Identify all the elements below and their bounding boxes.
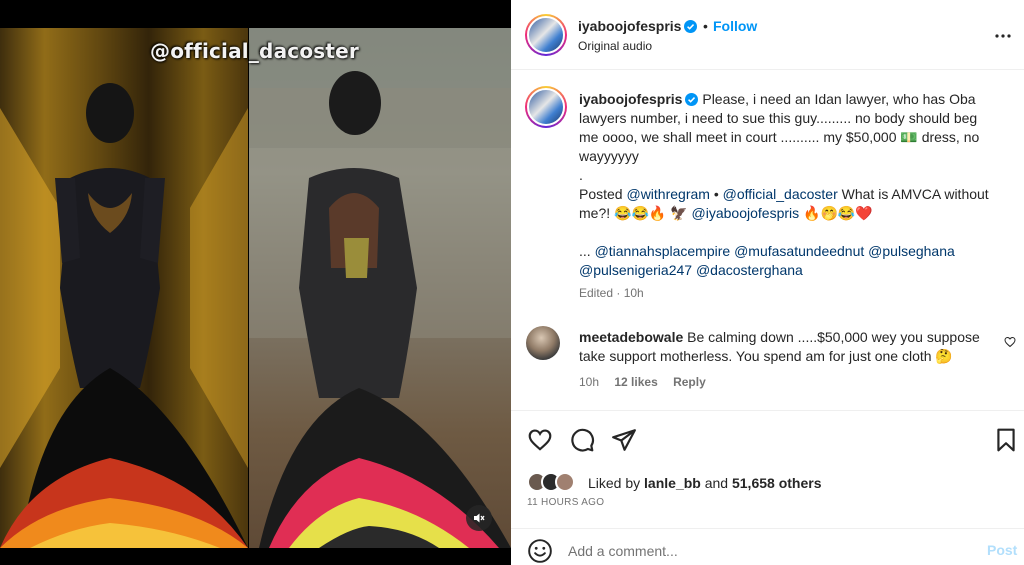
media-watermark: @official_dacoster — [150, 39, 359, 63]
liker-avatar — [555, 472, 575, 492]
paper-plane-icon — [612, 429, 636, 451]
tags-prefix: ... — [579, 243, 591, 259]
smiley-icon — [528, 539, 552, 563]
like-button[interactable] — [527, 427, 553, 453]
mention-withregram[interactable]: @withregram — [626, 186, 709, 202]
mention-official-dacoster[interactable]: @official_dacoster — [723, 186, 838, 202]
comment-likes[interactable]: 12 likes — [614, 375, 657, 389]
post-header: iyaboojofespris • Follow Original audio — [511, 0, 1024, 70]
caption-author-avatar[interactable] — [525, 86, 567, 128]
post-caption: iyaboojofespris Please, i need an Idan l… — [579, 90, 999, 280]
comment-meta: 10h 12 likes Reply — [579, 375, 718, 389]
comment-reply-button[interactable]: Reply — [673, 375, 706, 389]
more-horizontal-icon — [995, 34, 1011, 38]
dress-photo-left — [0, 28, 248, 548]
post-time-ago[interactable]: 11 HOURS AGO — [527, 497, 604, 508]
post-comment-button[interactable]: Post — [987, 542, 1017, 558]
post-media[interactable]: @official_dacoster — [0, 0, 511, 565]
liked-user[interactable]: lanle_bb — [644, 475, 701, 491]
add-comment-bar: Post — [511, 528, 1024, 565]
mention-pulseghana[interactable]: @pulseghana — [868, 243, 955, 259]
verified-badge-icon — [684, 20, 698, 33]
caption-dot: . — [579, 167, 583, 183]
liker-avatars[interactable] — [527, 472, 585, 494]
comment-bubble-icon — [571, 428, 595, 452]
comment-input[interactable] — [568, 539, 948, 563]
liked-prefix: Liked by — [588, 475, 641, 491]
comment-button[interactable] — [569, 427, 595, 453]
posted-separator: • — [713, 186, 719, 202]
caption-username[interactable]: iyaboojofespris — [579, 91, 682, 107]
posted-emojis: 🔥🤭😂❤️ — [803, 205, 873, 221]
mention-iyaboojofespris[interactable]: @iyaboojofespris — [692, 205, 800, 221]
dress-photo-right — [249, 28, 511, 548]
heart-outline-icon — [528, 429, 552, 451]
author-username-text[interactable]: iyaboojofespris — [578, 18, 681, 34]
bookmark-icon — [997, 428, 1015, 452]
emoji-button[interactable] — [527, 538, 553, 564]
audio-label[interactable]: Original audio — [578, 39, 652, 53]
instagram-post-modal: @official_dacoster iyaboojofespris • Fol… — [0, 0, 1024, 565]
follow-button[interactable]: Follow — [713, 18, 757, 34]
verified-badge-icon — [685, 93, 699, 106]
author-username[interactable]: iyaboojofespris — [578, 18, 698, 34]
liked-by-summary: Liked by lanle_bb and 51,658 others — [588, 475, 821, 491]
comment-time: 10h — [579, 375, 600, 389]
caption-edited-time: Edited · 10h — [579, 286, 644, 300]
mention-mufasatundeednut[interactable]: @mufasatundeednut — [734, 243, 864, 259]
liked-others[interactable]: 51,658 others — [732, 475, 822, 491]
mention-tiannahsplacempire[interactable]: @tiannahsplacempire — [595, 243, 731, 259]
liked-and: and — [704, 475, 729, 491]
author-avatar[interactable] — [525, 14, 567, 56]
comment-like-button[interactable] — [1004, 335, 1016, 351]
save-button[interactable] — [993, 427, 1019, 453]
comment: meetadebowale Be calming down .....$50,0… — [579, 328, 989, 366]
heart-outline-icon — [1004, 336, 1016, 348]
mention-dacosterghana[interactable]: @dacosterghana — [696, 262, 803, 278]
posted-prefix: Posted — [579, 186, 623, 202]
header-separator: • — [703, 18, 708, 34]
share-button[interactable] — [611, 427, 637, 453]
speaker-muted-icon — [474, 513, 485, 523]
mention-pulsenigeria247[interactable]: @pulsenigeria247 — [579, 262, 692, 278]
post-panel: iyaboojofespris • Follow Original audio … — [511, 0, 1024, 565]
mute-button[interactable] — [466, 505, 492, 531]
commenter-avatar[interactable] — [526, 326, 560, 360]
commenter-username[interactable]: meetadebowale — [579, 329, 683, 345]
more-options-button[interactable] — [991, 24, 1015, 48]
